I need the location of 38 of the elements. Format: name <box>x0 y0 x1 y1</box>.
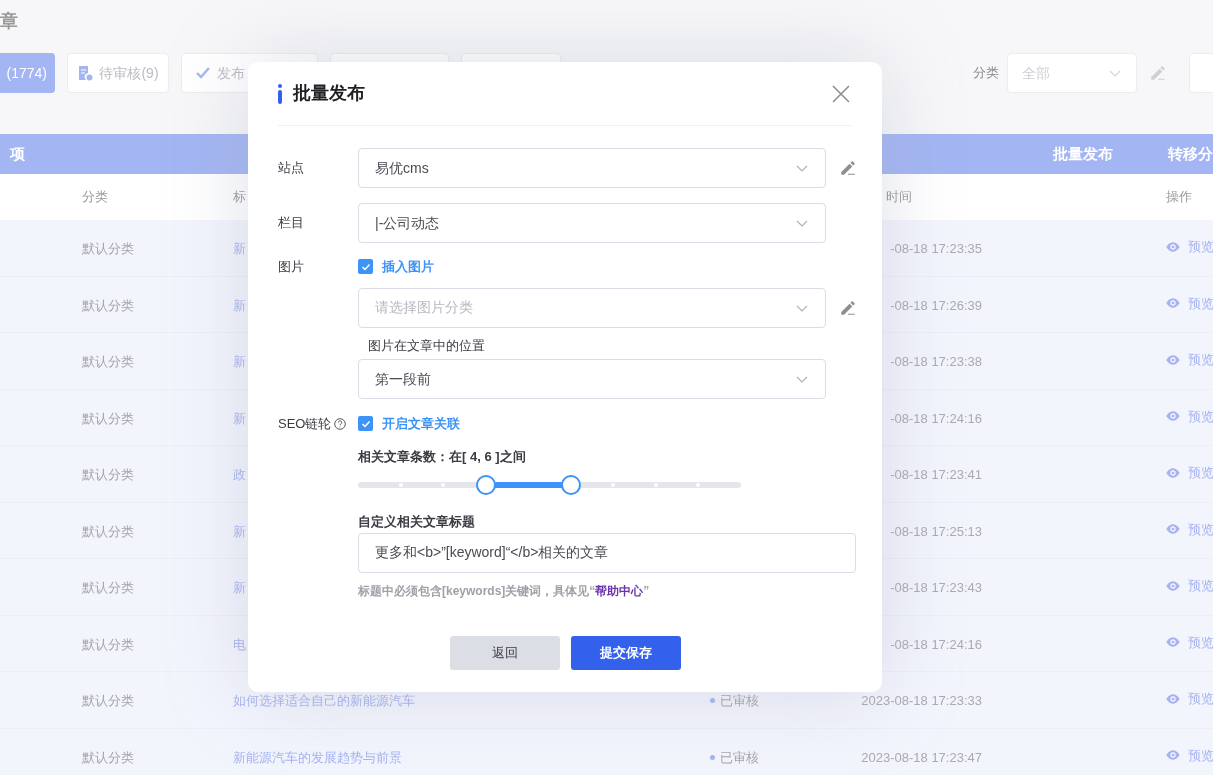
dialog-title: 批量发布 <box>293 82 365 105</box>
table-cell-text: 默认分类 <box>82 522 134 541</box>
range-label: 相关文章条数：在[ 4, 6 ]之间 <box>358 447 527 466</box>
table-cell-text: 默认分类 <box>82 466 134 484</box>
column-header: 操作 <box>1166 188 1192 206</box>
table-cell-text: 2023-08-18 17:23:47 <box>861 748 982 767</box>
table-cell-text: 默认分类 <box>82 240 134 258</box>
table-cell-text: -08-18 17:24:16 <box>890 409 982 428</box>
field-label: 图片在文章中的位置 <box>368 336 486 355</box>
table-cell-text: -08-18 17:23:38 <box>890 353 982 371</box>
table-cell-text: 2023-08-18 17:23:33 <box>861 692 982 710</box>
status-text: 已审核 <box>720 692 759 710</box>
field-label: 自定义相关文章标题 <box>358 513 476 531</box>
table-cell-text: -08-18 17:23:35 <box>890 240 982 258</box>
table-cell-text: -08-18 17:23:43 <box>890 579 982 597</box>
table-cell-text: -08-18 17:23:41 <box>890 466 982 484</box>
column-header: 标 <box>233 188 246 206</box>
table-cell-text: 默认分类 <box>82 748 134 767</box>
field-label: 栏目 <box>278 214 305 233</box>
table-cell-text: 默认分类 <box>82 409 134 428</box>
field-label: 站点 <box>278 159 305 178</box>
table-cell-text: 默认分类 <box>82 353 134 371</box>
hint-text: 标题中必须包含[keywords]关键词，具体见“帮助中心” <box>358 582 651 600</box>
status-text: 已审核 <box>720 748 759 767</box>
table-cell-text: 默认分类 <box>82 692 134 710</box>
table-cell-text: -08-18 17:26:39 <box>890 296 982 315</box>
table-cell-text: 默认分类 <box>82 296 134 315</box>
column-header: 分类 <box>82 188 108 206</box>
table-cell-text: -08-18 17:24:16 <box>890 635 982 654</box>
field-label: 图片 <box>278 258 305 276</box>
filter-label: 分类 <box>973 64 1000 83</box>
page-title: 章 <box>0 10 18 33</box>
table-cell-text: -08-18 17:25:13 <box>890 522 982 541</box>
selected-count: 项 <box>10 143 25 164</box>
table-cell-text: 默认分类 <box>82 579 134 597</box>
column-header: 时间 <box>886 188 912 206</box>
field-label: SEO链轮 <box>278 415 332 433</box>
table-cell-text: 默认分类 <box>82 635 134 654</box>
